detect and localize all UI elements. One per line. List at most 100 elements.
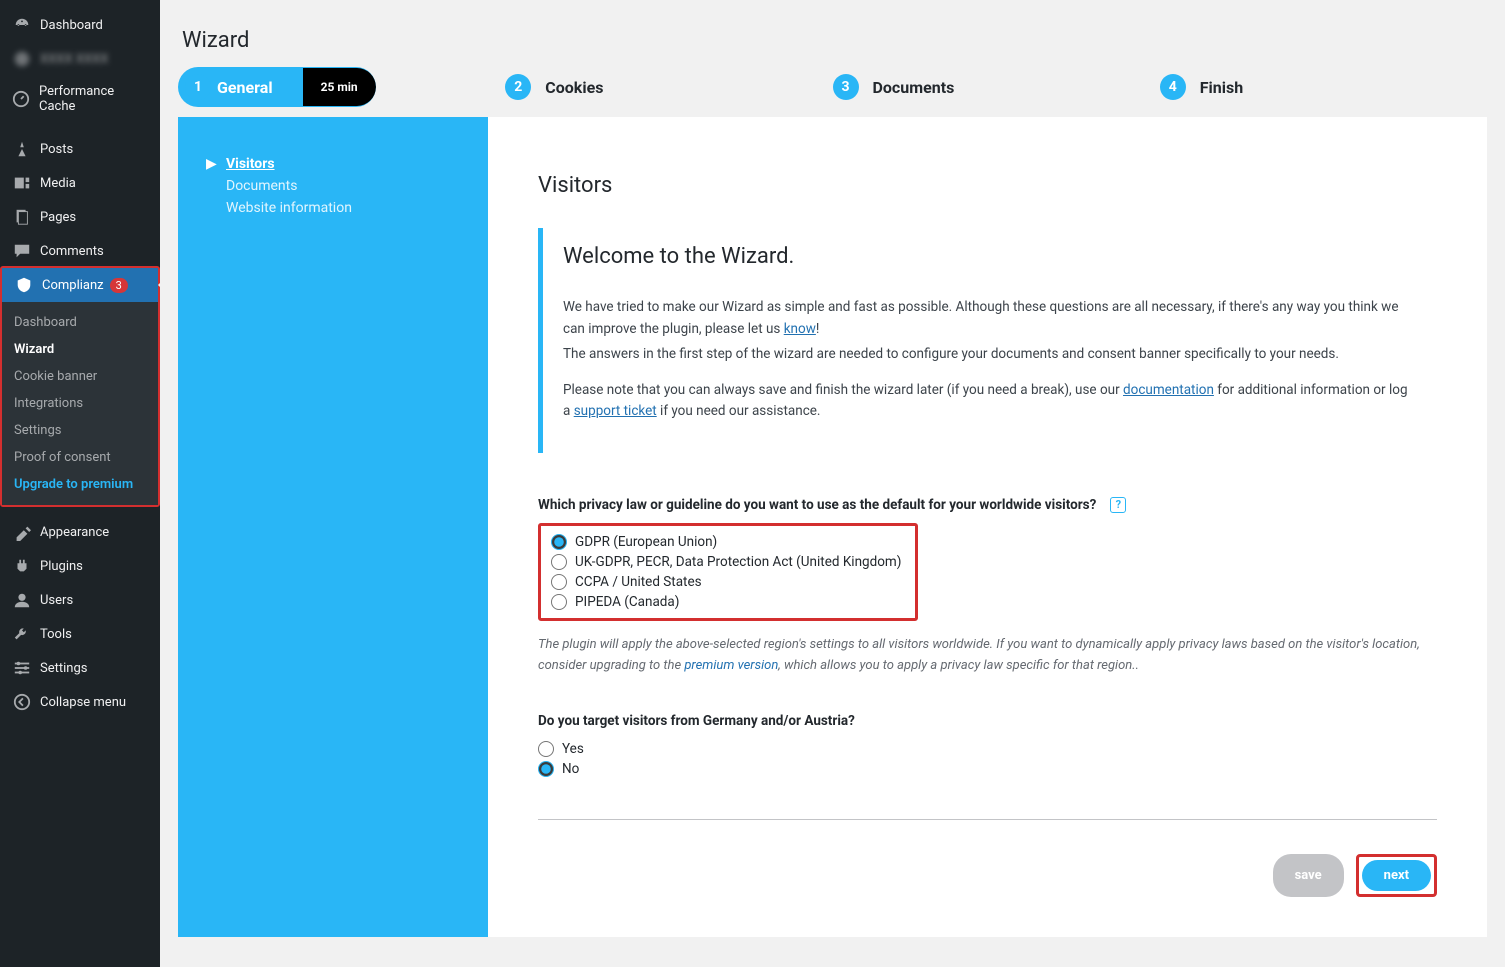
content-heading: Visitors [538, 173, 1437, 198]
page-title: Wizard [182, 28, 1487, 53]
privacy-law-options: GDPR (European Union) UK-GDPR, PECR, Dat… [538, 523, 918, 621]
step-documents[interactable]: 3 Documents [833, 74, 1160, 100]
sidebar-item-posts[interactable]: Posts [0, 132, 160, 166]
sidebar-label: Users [40, 593, 73, 608]
chevron-right-icon: ▶ [206, 156, 220, 172]
sidebar-item-settings[interactable]: Settings [0, 651, 160, 685]
welcome-p3: Please note that you can always save and… [563, 380, 1413, 423]
radio-label: CCPA / United States [575, 574, 702, 590]
complianz-submenu: Dashboard Wizard Cookie banner Integrati… [2, 302, 158, 505]
step-label: Cookies [545, 78, 603, 97]
radio-label: GDPR (European Union) [575, 534, 717, 550]
radio-ccpa[interactable]: CCPA / United States [551, 572, 905, 592]
radio-label: PIPEDA (Canada) [575, 594, 679, 610]
step-time: 25 min [303, 68, 376, 106]
wizard-subnav: ▶ Visitors Documents Website information [178, 117, 488, 937]
shield-icon [14, 276, 34, 294]
divider [538, 819, 1437, 820]
collapse-icon [12, 693, 32, 711]
step-number: 3 [833, 74, 859, 100]
badge-count: 3 [110, 278, 128, 293]
step-number: 2 [505, 74, 531, 100]
submenu-upgrade[interactable]: Upgrade to premium [2, 471, 158, 498]
welcome-title: Welcome to the Wizard. [563, 244, 1413, 269]
radio-pipeda[interactable]: PIPEDA (Canada) [551, 592, 905, 612]
wizard-content: Visitors Welcome to the Wizard. We have … [488, 117, 1487, 937]
documentation-link[interactable]: documentation [1123, 382, 1214, 398]
welcome-p1: We have tried to make our Wizard as simp… [563, 297, 1413, 340]
sidebar-item-tools[interactable]: Tools [0, 617, 160, 651]
sidebar-label: Collapse menu [40, 695, 126, 710]
step-number: 4 [1160, 74, 1186, 100]
sidebar-label: Settings [40, 661, 87, 676]
sidebar-item-collapse[interactable]: Collapse menu [0, 685, 160, 719]
question-germany: Do you target visitors from Germany and/… [538, 713, 1437, 729]
sidebar-label: Complianz [42, 278, 104, 293]
highlight-next: next [1356, 854, 1437, 897]
step-number: 1 [185, 74, 211, 100]
sidebar-item-complianz[interactable]: Complianz 3 [2, 268, 158, 302]
admin-sidebar: Dashboard XXXX XXXX Performance Cache Po… [0, 0, 160, 967]
submenu-settings[interactable]: Settings [2, 417, 158, 444]
radio-input[interactable] [551, 554, 567, 570]
sidebar-label: Dashboard [40, 18, 103, 33]
step-label: General [211, 78, 293, 97]
step-label: Finish [1200, 78, 1243, 97]
next-button[interactable]: next [1362, 860, 1431, 891]
subnav-label: Visitors [226, 156, 275, 172]
sidebar-label: Media [40, 176, 76, 191]
highlight-complianz: Complianz 3 Dashboard Wizard Cookie bann… [0, 266, 160, 507]
radio-input[interactable] [538, 741, 554, 757]
step-label: Documents [873, 78, 955, 97]
save-button[interactable]: save [1273, 854, 1344, 897]
subnav-label: Documents [226, 178, 297, 194]
submenu-wizard[interactable]: Wizard [2, 336, 158, 363]
radio-label: UK-GDPR, PECR, Data Protection Act (Unit… [575, 554, 901, 570]
know-link[interactable]: know [784, 321, 816, 337]
sidebar-label: Pages [40, 210, 76, 225]
radio-yes[interactable]: Yes [538, 739, 1437, 759]
radio-ukgdpr[interactable]: UK-GDPR, PECR, Data Protection Act (Unit… [551, 552, 905, 572]
sidebar-label: Tools [40, 627, 72, 642]
step-general[interactable]: 1 General 25 min [178, 67, 505, 107]
sidebar-label: Comments [40, 244, 104, 259]
radio-input[interactable] [551, 534, 567, 550]
sidebar-item-dashboard[interactable]: Dashboard [0, 8, 160, 42]
main-content: Wizard 1 General 25 min 2 Cookies 3 Docu… [160, 0, 1505, 967]
subnav-visitors[interactable]: ▶ Visitors [206, 153, 460, 175]
sidebar-item-users[interactable]: Users [0, 583, 160, 617]
welcome-box: Welcome to the Wizard. We have tried to … [538, 228, 1437, 453]
welcome-p2: The answers in the first step of the wiz… [563, 344, 1413, 366]
radio-input[interactable] [551, 594, 567, 610]
radio-no[interactable]: No [538, 759, 1437, 779]
radio-gdpr[interactable]: GDPR (European Union) [551, 532, 905, 552]
premium-link[interactable]: premium version [684, 658, 778, 673]
sidebar-label: XXXX XXXX [40, 52, 108, 67]
sidebar-item-plugins[interactable]: Plugins [0, 549, 160, 583]
step-finish[interactable]: 4 Finish [1160, 74, 1487, 100]
step-cookies[interactable]: 2 Cookies [505, 74, 832, 100]
submenu-cookie-banner[interactable]: Cookie banner [2, 363, 158, 390]
subnav-documents[interactable]: Documents [206, 175, 460, 197]
sidebar-item-performance[interactable]: Performance Cache [0, 76, 160, 122]
wizard-steps: 1 General 25 min 2 Cookies 3 Documents 4… [178, 67, 1487, 107]
sidebar-label: Appearance [40, 525, 109, 540]
sidebar-item-appearance[interactable]: Appearance [0, 515, 160, 549]
sidebar-item-pages[interactable]: Pages [0, 200, 160, 234]
privacy-law-hint: The plugin will apply the above-selected… [538, 635, 1437, 677]
submenu-integrations[interactable]: Integrations [2, 390, 158, 417]
wizard-actions: save next [538, 854, 1437, 897]
sidebar-item-comments[interactable]: Comments [0, 234, 160, 268]
submenu-dashboard[interactable]: Dashboard [2, 309, 158, 336]
sidebar-label: Performance Cache [39, 84, 148, 114]
help-icon[interactable]: ? [1110, 497, 1126, 513]
sidebar-item-blurred[interactable]: XXXX XXXX [0, 42, 160, 76]
radio-input[interactable] [551, 574, 567, 590]
subnav-label: Website information [226, 200, 352, 216]
germany-options: Yes No [538, 739, 1437, 779]
sidebar-item-media[interactable]: Media [0, 166, 160, 200]
subnav-website-info[interactable]: Website information [206, 197, 460, 219]
radio-input[interactable] [538, 761, 554, 777]
support-ticket-link[interactable]: support ticket [574, 403, 657, 419]
submenu-proof[interactable]: Proof of consent [2, 444, 158, 471]
